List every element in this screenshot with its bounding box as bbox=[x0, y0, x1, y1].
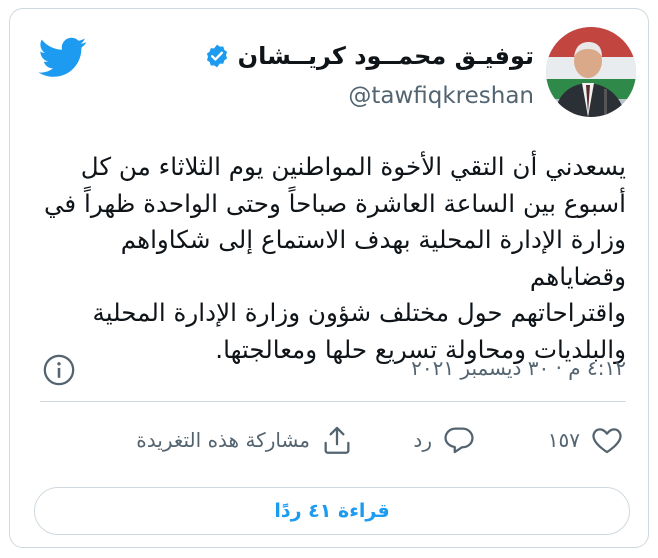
display-name[interactable]: توفيـق محمــود كريــشان bbox=[238, 42, 534, 70]
twitter-bird-icon[interactable] bbox=[34, 33, 92, 81]
tweet-timestamp[interactable]: ٤:١٢ م · ٣٠ ديسمبر ٢٠٢١ bbox=[411, 356, 626, 380]
author-name-row[interactable]: توفيـق محمــود كريــشان bbox=[204, 39, 534, 73]
reply-label: رد bbox=[413, 428, 432, 452]
share-label: مشاركة هذه التغريدة bbox=[136, 428, 310, 452]
info-icon[interactable] bbox=[42, 353, 76, 387]
read-replies-button[interactable]: قراءة ٤١ ردًا bbox=[34, 487, 630, 535]
avatar-photo bbox=[546, 27, 636, 117]
tweet-line: واقتراحاتهم حول مختلف شؤون وزارة الإدارة… bbox=[92, 298, 626, 327]
user-handle[interactable]: @tawfiqkreshan bbox=[348, 83, 534, 109]
reply-button[interactable]: رد bbox=[413, 423, 476, 457]
tweet-line: أسبوع بين الساعة العاشرة صباحاً وحتى الو… bbox=[43, 188, 626, 218]
share-icon bbox=[324, 426, 350, 454]
tweet-card: توفيـق محمــود كريــشان @tawfiqkreshan ي… bbox=[9, 8, 649, 548]
tweet-line: وزارة الإدارة المحلية بهدف الاستماع إلى … bbox=[120, 225, 626, 291]
share-button[interactable]: مشاركة هذه التغريدة bbox=[136, 423, 354, 457]
divider bbox=[40, 401, 626, 402]
action-bar: ١٥٧ رد مشاركة هذه التغريدة bbox=[10, 423, 648, 467]
reply-bubble-icon bbox=[444, 427, 474, 454]
heart-icon bbox=[592, 428, 622, 454]
verified-badge-icon bbox=[206, 44, 227, 68]
tweet-line: يسعدني أن التقي الأخوة المواطنين يوم الث… bbox=[80, 152, 626, 181]
like-button[interactable]: ١٥٧ bbox=[548, 423, 624, 457]
avatar[interactable] bbox=[546, 27, 636, 117]
tweet-text: يسعدني أن التقي الأخوة المواطنين يوم الث… bbox=[24, 149, 626, 368]
like-count: ١٥٧ bbox=[547, 428, 580, 452]
